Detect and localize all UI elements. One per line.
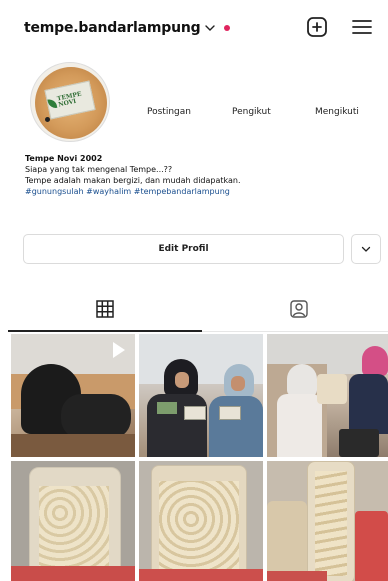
avatar-dot	[45, 117, 50, 122]
bio-line-2: Tempe adalah makan bergizi, dan mudah di…	[25, 176, 241, 185]
tab-posts-grid[interactable]	[8, 294, 202, 332]
avatar-image: TEMPE NOVI	[35, 67, 107, 139]
post-thumbnail-1[interactable]	[11, 334, 135, 457]
tab-tagged[interactable]	[202, 294, 388, 332]
post-thumbnail-2[interactable]	[139, 334, 263, 457]
edit-profile-button[interactable]: Edit Profil	[23, 234, 344, 264]
stat-following-label: Mengikuti	[315, 107, 359, 117]
chevron-down-icon	[361, 246, 371, 252]
bio-line-1: Siapa yang tak mengenal Tempe...??	[25, 165, 173, 174]
post-thumbnail-6[interactable]	[267, 461, 388, 581]
post-thumbnail-5[interactable]	[139, 461, 263, 581]
post-thumbnail-3[interactable]	[267, 334, 388, 457]
video-play-icon	[113, 342, 125, 358]
posts-grid	[11, 334, 388, 581]
bio-hashtags[interactable]: #gunungsulah #wayhalim #tempebandarlampu…	[25, 186, 365, 197]
discover-people-button[interactable]	[351, 234, 381, 264]
tagged-person-icon	[290, 300, 308, 318]
chevron-down-icon	[205, 25, 216, 31]
username: tempe.bandarlampung	[24, 20, 201, 36]
plus-square-icon[interactable]	[305, 15, 329, 39]
stat-followers[interactable]: Pengikut	[232, 107, 271, 117]
stat-posts[interactable]: Postingan	[147, 107, 191, 117]
profile-avatar[interactable]: TEMPE NOVI	[30, 62, 110, 142]
logo-text: TEMPE NOVI	[56, 90, 83, 109]
post-thumbnail-4[interactable]	[11, 461, 135, 581]
hamburger-menu-icon[interactable]	[350, 15, 374, 39]
top-bar: tempe.bandarlampung	[0, 0, 388, 60]
tempe-novi-logo: TEMPE NOVI	[44, 80, 96, 120]
profile-bio: Tempe Novi 2002 Siapa yang tak mengenal …	[25, 153, 365, 197]
stat-followers-label: Pengikut	[232, 107, 271, 117]
stat-posts-label: Postingan	[147, 107, 191, 117]
account-switcher[interactable]: tempe.bandarlampung	[24, 20, 231, 36]
bio-name: Tempe Novi 2002	[25, 154, 103, 163]
leaf-icon	[47, 98, 57, 110]
stat-following[interactable]: Mengikuti	[315, 107, 359, 117]
notification-dot	[224, 25, 231, 31]
grid-icon	[96, 300, 114, 318]
